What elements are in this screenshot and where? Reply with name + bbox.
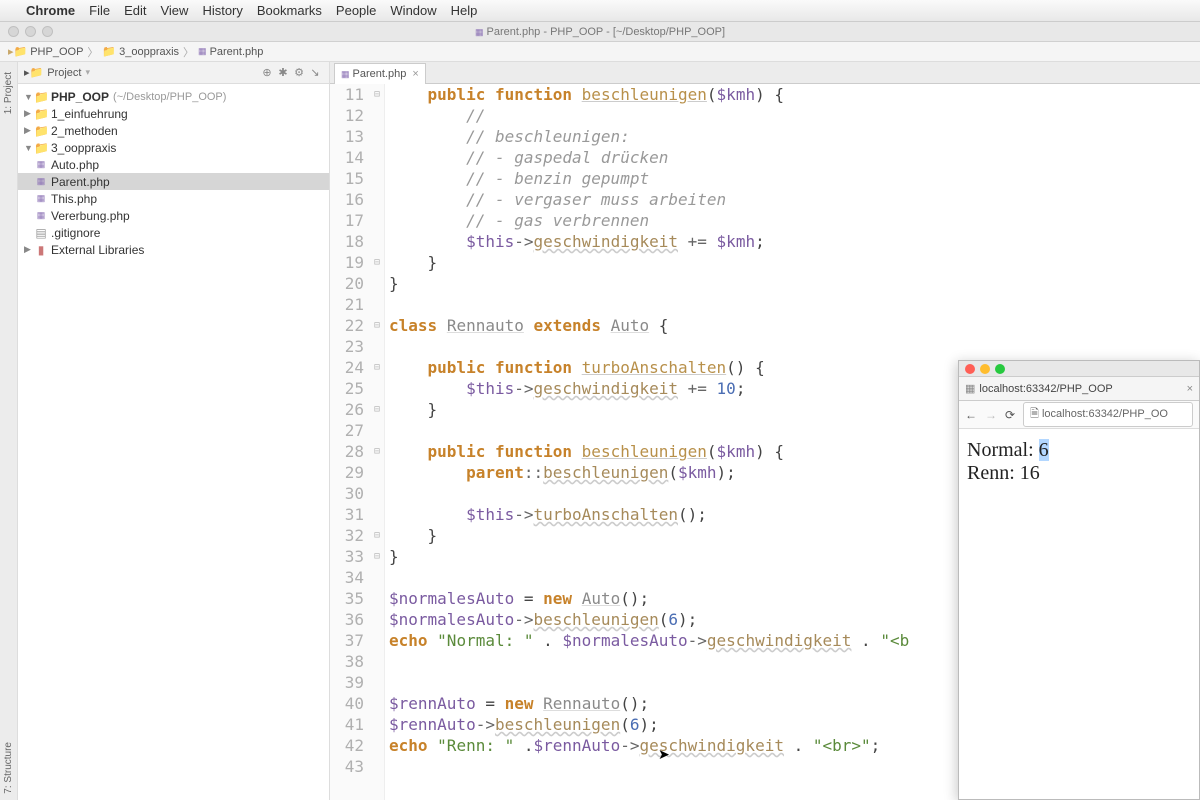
menu-help[interactable]: Help (451, 3, 478, 18)
forward-icon[interactable]: → (985, 408, 997, 422)
target-icon[interactable]: ✱ (275, 66, 291, 79)
settings-icon[interactable]: ⚙ (291, 66, 307, 79)
close-window-icon[interactable] (965, 364, 975, 374)
php-file-icon: ▦ (34, 210, 48, 221)
reload-icon[interactable]: ⟳ (1005, 408, 1015, 422)
tree-file[interactable]: ▤.gitignore (18, 224, 329, 241)
tool-project-tab[interactable]: 1: Project (3, 72, 14, 114)
tool-structure-tab[interactable]: 7: Structure (3, 742, 14, 794)
php-file-icon: ▦ (34, 159, 48, 170)
breadcrumb-folder[interactable]: 📁3_ooppraxis (102, 45, 179, 58)
menu-history[interactable]: History (202, 3, 242, 18)
menu-people[interactable]: People (336, 3, 376, 18)
php-file-icon: ▦ (475, 27, 484, 37)
window-controls (8, 26, 53, 37)
hide-icon[interactable]: ↘ (307, 66, 323, 79)
maximize-window-icon[interactable] (42, 26, 53, 37)
project-tree: ▼📁PHP_OOP(~/Desktop/PHP_OOP) ▶📁1_einfueh… (18, 84, 329, 262)
text-file-icon: ▤ (34, 226, 48, 240)
fold-gutter: ⊟⊟⊟⊟⊟⊟⊟⊟ (370, 84, 384, 800)
tab-label: Parent.php (353, 68, 407, 80)
collapse-icon[interactable]: ⊕ (259, 66, 275, 79)
ide-titlebar: ▦Parent.php - PHP_OOP - [~/Desktop/PHP_O… (0, 22, 1200, 42)
folder-icon: ▸📁 (8, 45, 27, 58)
folder-icon: 📁 (102, 45, 116, 58)
address-bar[interactable]: 🗎 localhost:63342/PHP_OO (1023, 402, 1193, 427)
window-title: ▦Parent.php - PHP_OOP - [~/Desktop/PHP_O… (475, 26, 725, 38)
folder-icon: 📁 (34, 141, 48, 155)
project-panel-title[interactable]: Project (47, 67, 81, 79)
library-icon: ▮ (34, 243, 48, 257)
macos-menubar: Chrome File Edit View History Bookmarks … (0, 0, 1200, 22)
breadcrumb: ▸📁PHP_OOP 〉 📁3_ooppraxis 〉 ▦Parent.php (0, 42, 1200, 62)
menu-bookmarks[interactable]: Bookmarks (257, 3, 322, 18)
close-tab-icon[interactable]: × (1187, 383, 1193, 395)
editor-tab[interactable]: ▦ Parent.php × (334, 63, 426, 84)
browser-toolbar: ← → ⟳ 🗎 localhost:63342/PHP_OO (959, 401, 1199, 429)
php-file-icon: ▦ (341, 69, 350, 80)
favicon-icon: ▦ (965, 382, 975, 395)
php-file-icon: ▦ (34, 176, 48, 187)
menu-edit[interactable]: Edit (124, 3, 146, 18)
breadcrumb-sep: 〉 (183, 44, 194, 60)
app-name[interactable]: Chrome (26, 3, 75, 18)
php-file-icon: ▦ (34, 193, 48, 204)
close-window-icon[interactable] (8, 26, 19, 37)
tree-file[interactable]: ▦Vererbung.php (18, 207, 329, 224)
back-icon[interactable]: ← (965, 408, 977, 422)
close-tab-icon[interactable]: × (412, 68, 418, 80)
tree-folder[interactable]: ▶📁1_einfuehrung (18, 105, 329, 122)
minimize-window-icon[interactable] (980, 364, 990, 374)
maximize-window-icon[interactable] (995, 364, 1005, 374)
browser-window: ▦ localhost:63342/PHP_OOP × ← → ⟳ 🗎 loca… (958, 360, 1200, 800)
editor-tabs: ▦ Parent.php × (330, 62, 1200, 84)
output-line: Renn: 16 (967, 462, 1191, 485)
breadcrumb-sep: 〉 (87, 44, 98, 60)
breadcrumb-file[interactable]: ▦Parent.php (198, 46, 263, 58)
project-panel-header: ▸📁Project ▾ ⊕ ✱ ⚙ ↘ (18, 62, 329, 84)
menu-window[interactable]: Window (390, 3, 436, 18)
browser-window-controls (959, 361, 1199, 377)
browser-tab[interactable]: ▦ localhost:63342/PHP_OOP × (959, 377, 1199, 401)
tree-file[interactable]: ▦This.php (18, 190, 329, 207)
browser-tab-title: localhost:63342/PHP_OOP (979, 383, 1112, 395)
page-icon: 🗎 (1030, 408, 1039, 420)
tree-file-selected[interactable]: ▦Parent.php (18, 173, 329, 190)
tree-external-libraries[interactable]: ▶▮External Libraries (18, 241, 329, 258)
project-dropdown-icon[interactable]: ▸📁 (24, 66, 43, 79)
project-panel: ▸📁Project ▾ ⊕ ✱ ⚙ ↘ ▼📁PHP_OOP(~/Desktop/… (18, 62, 330, 800)
menu-view[interactable]: View (160, 3, 188, 18)
selected-text: 6 (1039, 439, 1049, 461)
output-line: Normal: 6 (967, 439, 1191, 462)
breadcrumb-root[interactable]: ▸📁PHP_OOP (8, 45, 83, 58)
minimize-window-icon[interactable] (25, 26, 36, 37)
tree-file[interactable]: ▦Auto.php (18, 156, 329, 173)
folder-icon: 📁 (34, 107, 48, 121)
line-number-gutter: 1112131415161718192021222324252627282930… (330, 84, 370, 800)
folder-icon: 📁 (34, 90, 48, 104)
tree-root[interactable]: ▼📁PHP_OOP(~/Desktop/PHP_OOP) (18, 88, 329, 105)
tree-folder[interactable]: ▶📁2_methoden (18, 122, 329, 139)
menu-file[interactable]: File (89, 3, 110, 18)
left-tool-gutter: 1: Project 7: Structure (0, 62, 18, 800)
php-file-icon: ▦ (198, 46, 207, 57)
folder-icon: 📁 (34, 124, 48, 138)
browser-page-content: Normal: 6 Renn: 16 (959, 429, 1199, 495)
tree-folder[interactable]: ▼📁3_ooppraxis (18, 139, 329, 156)
